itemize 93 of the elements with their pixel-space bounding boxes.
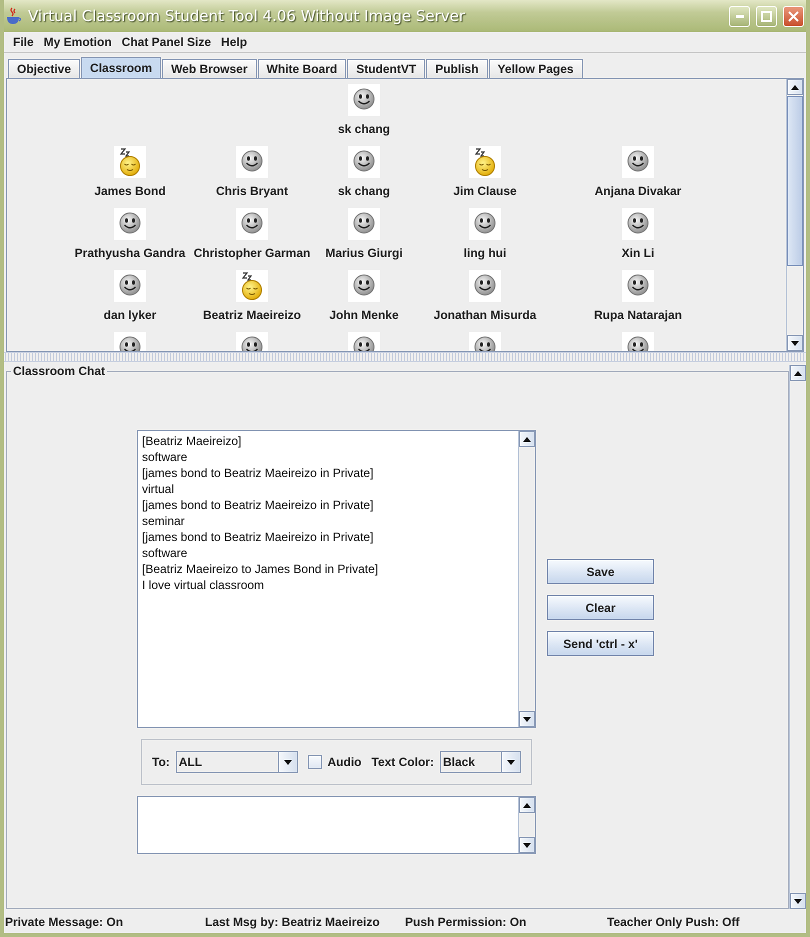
up-arrow-icon: [523, 436, 531, 442]
smiley-icon: [236, 146, 268, 178]
smiley-icon: [622, 146, 654, 178]
smiley-icon: [114, 270, 146, 302]
student-name: Chris Bryant: [216, 184, 288, 198]
scroll-up-button[interactable]: [787, 79, 803, 95]
up-arrow-icon: [791, 84, 799, 90]
recipient-dropdown[interactable]: ALL: [176, 751, 298, 773]
student-name: Marius Giurgi: [325, 246, 403, 260]
scroll-down-button[interactable]: [790, 893, 806, 909]
student-name: dan lyker: [104, 308, 156, 322]
chat-button[interactable]: Clear: [547, 595, 654, 620]
student-name: sk chang: [338, 122, 390, 136]
scroll-up-button[interactable]: [790, 365, 806, 381]
student-name: Anjana Divakar: [594, 184, 682, 198]
student-name: Jim Clause: [453, 184, 517, 198]
sleeping-face-icon: [469, 146, 501, 178]
menu-item[interactable]: My Emotion: [38, 35, 117, 49]
smiley-icon: [622, 208, 654, 240]
message-input[interactable]: [137, 796, 536, 854]
up-arrow-icon: [523, 802, 531, 808]
student-name: ling hui: [464, 246, 506, 260]
audio-label: Audio: [328, 755, 362, 769]
chat-message: [james bond to Beatriz Maeireizo in Private]: [142, 497, 374, 513]
student-name: Prathyusha Gandra: [74, 246, 186, 260]
smiley-icon: [348, 146, 380, 178]
smiley-icon: [348, 270, 380, 302]
down-arrow-icon: [794, 898, 802, 904]
status-text: Teacher Only Push: Off: [607, 915, 740, 929]
smiley-icon: [348, 84, 380, 116]
up-arrow-icon: [794, 370, 802, 376]
sleeping-face-icon: [114, 146, 146, 178]
chat-message: [Beatriz Maeireizo to James Bond in Private]: [142, 561, 380, 577]
tab[interactable]: Publish: [426, 59, 488, 78]
scroll-up-button[interactable]: [519, 431, 535, 447]
tab[interactable]: Classroom: [81, 57, 162, 78]
status-text: Push Permission: On: [405, 915, 528, 929]
chat-message: virtual: [142, 481, 176, 497]
chat-message: seminar: [142, 513, 186, 529]
student-name: Xin Li: [622, 246, 654, 260]
menu-item[interactable]: Chat Panel Size: [116, 35, 216, 49]
smiley-icon: [348, 208, 380, 240]
audio-checkbox[interactable]: [308, 755, 322, 769]
student-name: Christopher Garman: [194, 246, 310, 260]
coffee-cup-icon: [6, 7, 22, 25]
student-name: James Bond: [94, 184, 166, 198]
menu-item[interactable]: File: [8, 35, 39, 49]
close-icon: [788, 10, 799, 22]
student-name: Jonathan Misurda: [434, 308, 536, 322]
chat-message: software: [142, 449, 188, 465]
chat-message: software: [142, 545, 188, 561]
chat-message: [Beatriz Maeireizo]: [142, 433, 242, 449]
student-name: Rupa Natarajan: [594, 308, 682, 322]
smiley-icon: [622, 270, 654, 302]
smiley-icon: [114, 208, 146, 240]
student-name: sk chang: [338, 184, 390, 198]
chat-message: [james bond to Beatriz Maeireizo in Private]: [142, 465, 374, 481]
tab[interactable]: White Board: [258, 59, 346, 78]
to-label: To:: [152, 755, 170, 769]
down-arrow-icon: [791, 340, 799, 346]
close-button[interactable]: [783, 6, 804, 26]
down-arrow-icon: [507, 760, 515, 764]
group-title: Classroom Chat: [11, 364, 108, 378]
chat-message: I love virtual classroom: [142, 577, 266, 593]
down-arrow-icon: [523, 842, 531, 848]
chat-button[interactable]: Send 'ctrl - x': [547, 631, 654, 656]
menu-item[interactable]: Help: [216, 35, 252, 49]
text-color-label: Text Color:: [372, 755, 434, 769]
scroll-down-button[interactable]: [787, 335, 803, 351]
down-arrow-icon: [284, 760, 292, 764]
status-text: Private Message: On: [5, 915, 124, 929]
tab[interactable]: Web Browser: [162, 59, 257, 78]
scroll-down-button[interactable]: [519, 837, 535, 853]
tab[interactable]: Objective: [8, 59, 80, 78]
minimize-icon: [736, 14, 744, 18]
window-title: Virtual Classroom Student Tool 4.06 Without Image Server: [28, 7, 466, 25]
smiley-icon: [236, 208, 268, 240]
student-name: John Menke: [329, 308, 399, 322]
tab[interactable]: Yellow Pages: [488, 59, 583, 78]
down-arrow-icon: [523, 716, 531, 722]
smiley-icon: [469, 270, 501, 302]
smiley-icon: [469, 208, 501, 240]
text-color-dropdown[interactable]: Black: [440, 751, 521, 773]
scroll-down-button[interactable]: [519, 711, 535, 727]
scrollbar-thumb[interactable]: [787, 96, 803, 266]
chat-message: [james bond to Beatriz Maeireizo in Private]: [142, 529, 374, 545]
status-text: Last Msg by: Beatriz Maeireizo: [205, 915, 381, 929]
maximize-icon: [761, 10, 772, 22]
sleeping-face-icon: [236, 270, 268, 302]
scroll-up-button[interactable]: [519, 797, 535, 813]
chat-button[interactable]: Save: [547, 559, 654, 584]
tab[interactable]: StudentVT: [347, 59, 426, 78]
student-name: Beatriz Maeireizo: [202, 308, 302, 322]
